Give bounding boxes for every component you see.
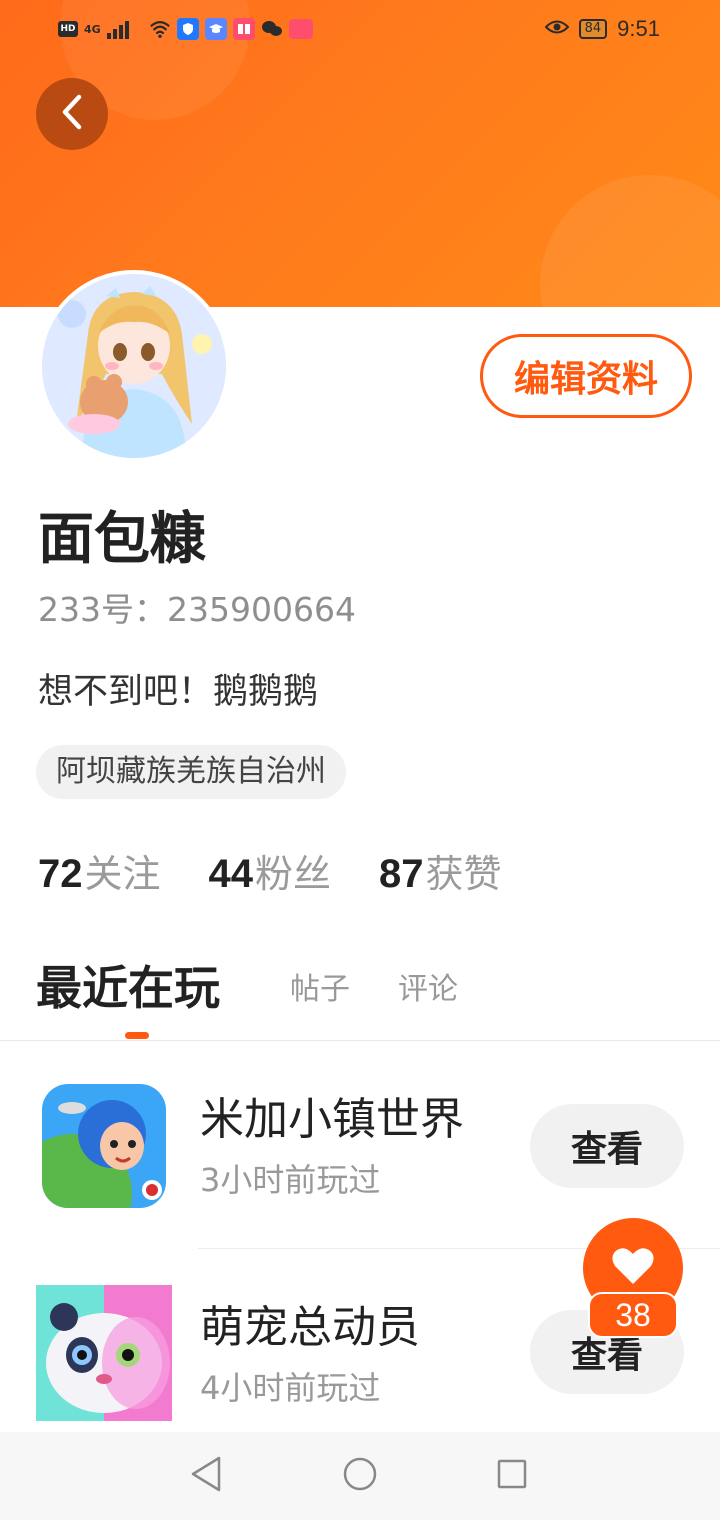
nav-back-button[interactable] [184, 1454, 228, 1498]
wifi-icon [149, 18, 171, 40]
game-title: 米加小镇世界 [200, 1094, 464, 1145]
heart-icon [611, 1246, 655, 1290]
chevron-left-icon [57, 93, 87, 135]
user-bio: 想不到吧！鹅鹅鹅 [38, 672, 319, 712]
stat-following[interactable]: 72 关注 [38, 843, 161, 898]
list-item[interactable]: 米加小镇世界 3小时前玩过 查看 [0, 1074, 720, 1244]
tab-recently-played[interactable]: 最近在玩 [36, 956, 220, 1020]
nav-home-button[interactable] [338, 1454, 382, 1498]
active-tab-indicator [125, 1032, 149, 1039]
user-id: 233号：235900664 [38, 590, 356, 629]
edit-profile-button[interactable]: 编辑资料 [480, 334, 692, 418]
like-count-badge: 38 [588, 1292, 678, 1338]
square-recents-icon [496, 1458, 528, 1494]
eye-comfort-icon [544, 19, 570, 40]
divider [0, 1040, 720, 1041]
triangle-back-icon [189, 1455, 223, 1497]
network-type: 4G [84, 22, 101, 36]
tab-comments[interactable]: 评论 [398, 968, 458, 1012]
game-last-played: 4小时前玩过 [200, 1369, 381, 1407]
hd-icon: HD [58, 21, 78, 37]
stat-value: 44 [208, 851, 254, 896]
profile-stats: 72 关注 44 粉丝 87 获赞 [38, 840, 550, 900]
profile-tabs: 最近在玩 帖子 评论 [36, 952, 676, 1024]
wechat-icon [261, 18, 283, 40]
stat-value: 72 [38, 851, 83, 896]
back-button[interactable] [36, 78, 108, 150]
avatar[interactable] [38, 270, 230, 462]
tab-posts[interactable]: 帖子 [290, 968, 350, 1012]
book-app-icon [232, 18, 255, 40]
circle-home-icon [342, 1456, 378, 1496]
clock: 9:51 [617, 16, 660, 41]
system-nav-bar [0, 1432, 720, 1520]
stat-followers[interactable]: 44 粉丝 [209, 843, 332, 898]
stat-label: 关注 [84, 851, 161, 896]
game-icon-miga-town [42, 1084, 166, 1208]
battery-indicator: 84 [578, 19, 608, 39]
status-bar: HD 4G 84 9:51 [0, 0, 720, 62]
nav-recents-button[interactable] [490, 1454, 534, 1498]
game-icon-pet-squad [36, 1285, 172, 1421]
stat-label: 获赞 [425, 851, 502, 896]
education-app-icon [204, 18, 227, 40]
shield-app-icon [176, 18, 199, 40]
signal-icon [106, 19, 143, 39]
location-tag: 阿坝藏族羌族自治州 [36, 745, 346, 799]
stat-value: 87 [379, 851, 424, 896]
huawei-app-icon [288, 19, 313, 39]
user-name: 面包糠 [38, 507, 206, 572]
game-last-played: 3小时前玩过 [200, 1161, 381, 1199]
game-title: 萌宠总动员 [200, 1302, 420, 1353]
stat-likes[interactable]: 87 获赞 [379, 843, 502, 898]
stat-label: 粉丝 [255, 851, 332, 896]
view-button[interactable]: 查看 [530, 1104, 684, 1188]
